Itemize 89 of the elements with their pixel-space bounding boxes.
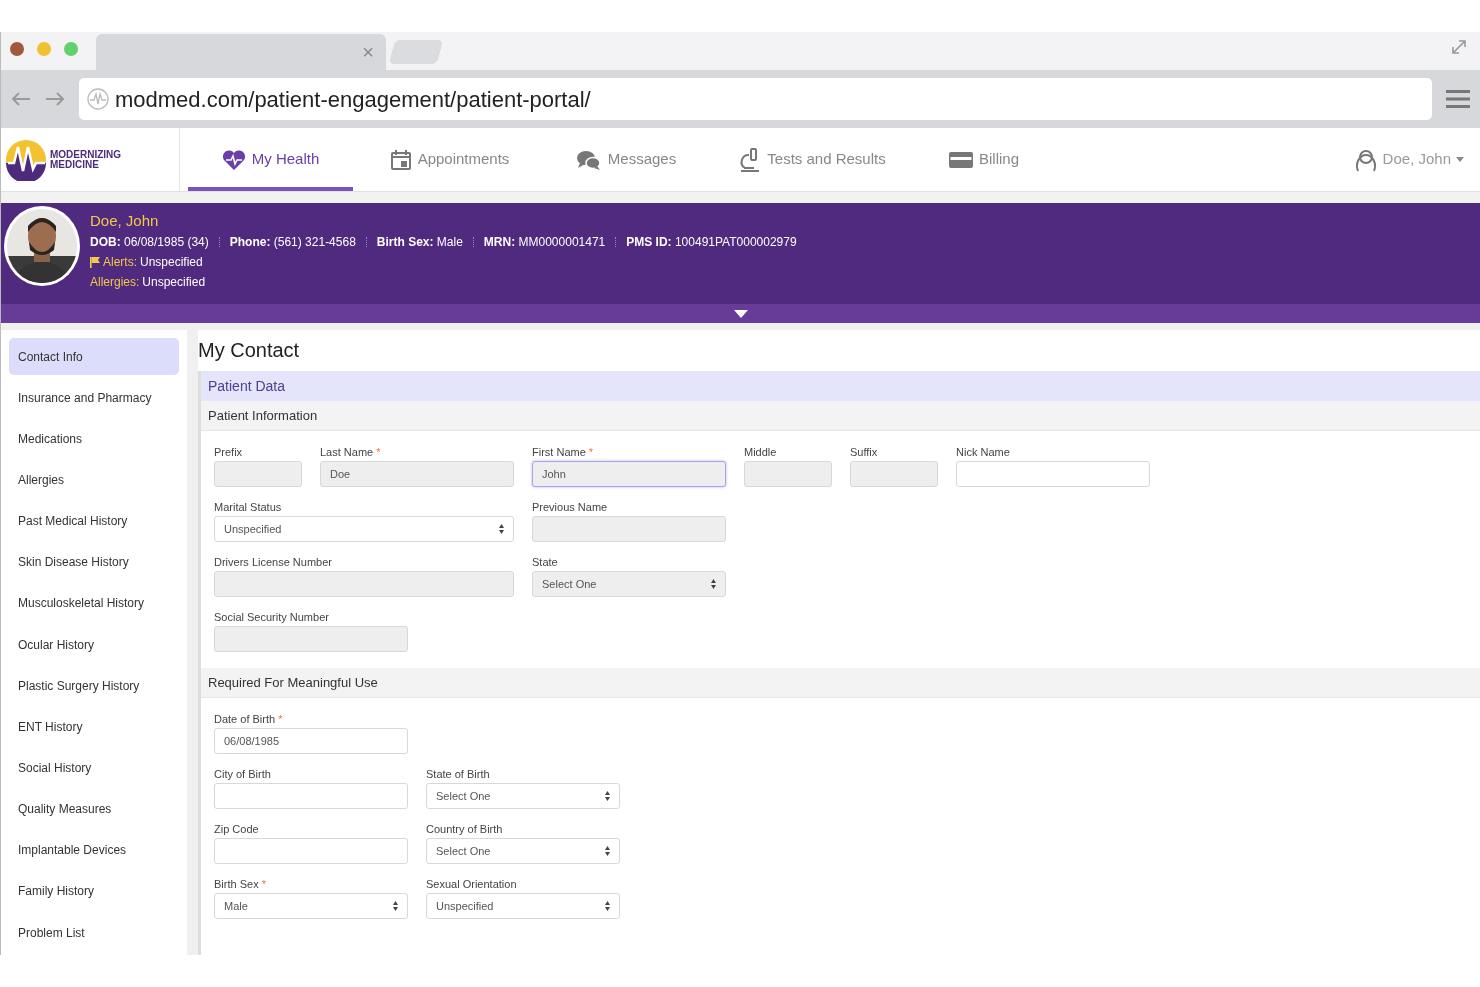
logo-text: MEDICINE (50, 159, 100, 170)
text-field[interactable]: 06/08/1985 (214, 728, 408, 754)
allergies-value: Unspecified (142, 274, 206, 290)
alerts-label: Alerts: (103, 254, 137, 270)
nav-tab[interactable]: My Health (188, 128, 353, 191)
expand-down-icon[interactable] (733, 309, 748, 318)
sidebar-item[interactable]: Past Medical History (9, 502, 179, 540)
credit-card-icon (949, 150, 973, 169)
sidebar-item[interactable]: ENT History (9, 708, 179, 746)
select-field[interactable]: Unspecified (214, 516, 514, 542)
chat-bubbles-icon (575, 148, 602, 171)
patient-detail: MRN: MM0000001471 (483, 234, 606, 250)
page-title: My Contact (198, 338, 301, 363)
chevron-up-down-icon (605, 846, 610, 856)
select-field[interactable]: Select One (426, 838, 620, 864)
chevron-up-down-icon (605, 791, 610, 801)
patient-detail: Phone: (561) 321-4568 (229, 234, 356, 250)
address-bar[interactable]: modmed.com/patient-engagement/patient-portal/ (79, 78, 1432, 120)
sidebar-item[interactable]: Medications (9, 420, 179, 458)
field-label: Last Name * (320, 445, 382, 459)
field-label: Suffix (850, 445, 879, 459)
field-label: First Name * (532, 445, 595, 459)
site-icon (87, 88, 109, 110)
field-label: Nick Name (956, 445, 1011, 459)
sidebar-item[interactable]: Insurance and Pharmacy (9, 379, 179, 417)
field-label: State of Birth (426, 767, 491, 781)
field-label: Middle (744, 445, 778, 459)
sidebar-item[interactable]: Problem List (9, 913, 179, 952)
logo-icon (5, 138, 47, 181)
sidebar-item[interactable]: Plastic Surgery History (9, 667, 179, 705)
chevron-up-down-icon (393, 901, 398, 911)
patient-detail: PMS ID: 100491PAT000002979 (626, 234, 797, 250)
caret-icon (1456, 157, 1464, 162)
field-label: Social Security Number (214, 610, 330, 624)
text-field[interactable] (214, 838, 408, 864)
back-icon[interactable] (11, 91, 31, 107)
panel-header: Patient Data (201, 371, 1480, 401)
field-label: City of Birth (214, 767, 272, 781)
nav-tab[interactable]: Tests and Results (710, 128, 915, 191)
sidebar-item[interactable]: Allergies (9, 461, 179, 499)
sidebar-item[interactable]: Family History (9, 872, 179, 910)
field-label: Zip Code (214, 822, 260, 836)
sidebar-item[interactable]: Ocular History (9, 626, 179, 664)
field-label: Birth Sex * (214, 877, 267, 891)
patient-detail: DOB: 06/08/1985 (34) (90, 234, 209, 250)
text-field[interactable] (214, 783, 408, 809)
section-header: Required For Meaningful Use (201, 668, 1480, 698)
heart-icon (221, 148, 246, 171)
field-label: Date of Birth * (214, 712, 284, 726)
sidebar-item[interactable]: Quality Measures (9, 790, 179, 828)
sidebar-item[interactable]: Implantable Devices (9, 831, 179, 869)
patient-name: Doe, John (90, 212, 160, 230)
patient-detail: Birth Sex: Male (376, 234, 463, 250)
field-label: State (532, 555, 559, 569)
sidebar-item[interactable]: Social History (9, 749, 179, 787)
select-field[interactable]: Male (214, 893, 408, 919)
allergies-label: Allergies: (90, 274, 140, 290)
section-header: Patient Information (201, 401, 1480, 431)
nav-tab[interactable]: Billing (919, 128, 1049, 191)
field-label: Marital Status (214, 500, 283, 514)
sidebar-item[interactable]: Contact Info (9, 338, 179, 376)
sidebar-item[interactable]: Skin Disease History (9, 543, 179, 581)
close-window-icon[interactable] (10, 42, 24, 56)
expand-icon[interactable] (1450, 38, 1468, 56)
nav-tab[interactable]: Appointments (357, 128, 542, 191)
url-text: modmed.com/patient-engagement/patient-portal/ (115, 85, 591, 114)
chevron-up-down-icon (711, 579, 716, 589)
maximize-window-icon[interactable] (64, 42, 78, 56)
select-field[interactable]: Select One (426, 783, 620, 809)
chevron-up-down-icon (605, 901, 610, 911)
new-tab-button[interactable] (388, 40, 444, 64)
chevron-up-down-icon (499, 524, 504, 534)
microscope-icon (739, 146, 762, 173)
select-field[interactable]: Unspecified (426, 893, 620, 919)
forward-icon[interactable] (45, 91, 65, 107)
logo-text: MODERNIZING (50, 149, 122, 160)
field-label: Previous Name (532, 500, 609, 514)
text-field[interactable] (956, 461, 1150, 487)
minimize-window-icon[interactable] (37, 42, 51, 56)
flag-icon (90, 256, 100, 268)
menu-icon[interactable] (1446, 89, 1470, 109)
alerts-value: Unspecified (140, 254, 203, 270)
field-label: Country of Birth (426, 822, 504, 836)
sidebar-item[interactable]: Musculoskeletal History (9, 584, 179, 622)
field-label: Prefix (214, 445, 244, 459)
field-label: Sexual Orientation (426, 877, 518, 891)
nav-tab[interactable]: Messages (546, 128, 706, 191)
field-label: Drivers License Number (214, 555, 333, 569)
calendar-icon (389, 148, 412, 171)
